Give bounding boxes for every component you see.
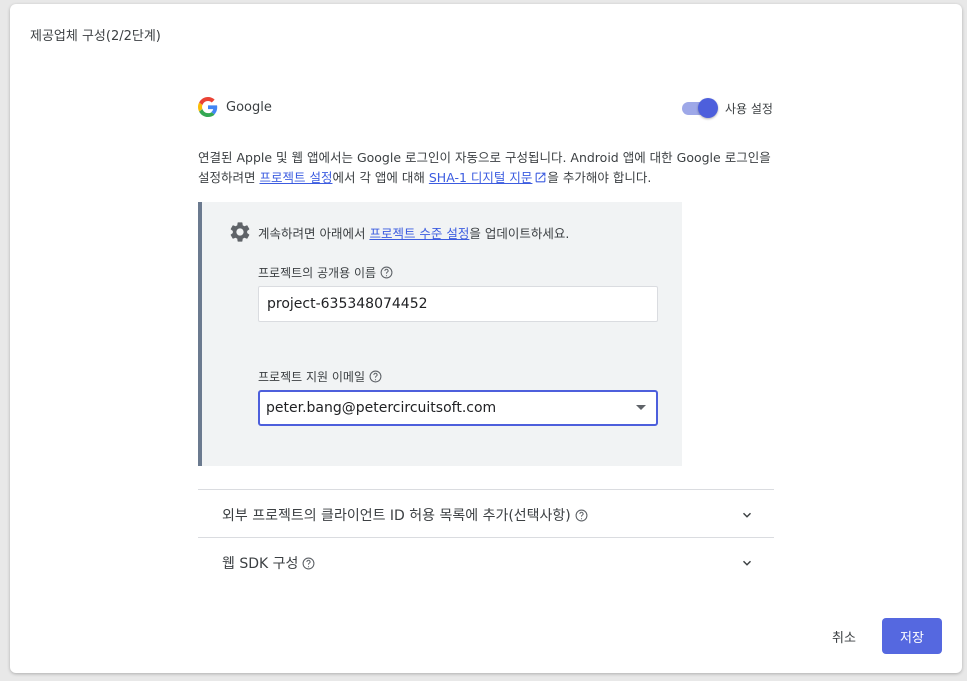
help-icon[interactable]	[575, 509, 588, 522]
notice-text: 계속하려면 아래에서 프로젝트 수준 설정을 업데이트하세요.	[258, 223, 569, 242]
provider-name: Google	[226, 100, 272, 115]
project-level-settings-link[interactable]: 프로젝트 수준 설정	[369, 226, 469, 241]
public-name-label-text: 프로젝트의 공개용 이름	[258, 266, 377, 280]
provider-description: 연결된 Apple 및 웹 앱에서는 Google 로그인이 자동으로 구성됩니…	[198, 148, 778, 188]
support-email-label-text: 프로젝트 지원 이메일	[258, 370, 365, 384]
notice-suffix: 을 업데이트하세요.	[469, 226, 570, 241]
help-icon[interactable]	[369, 370, 382, 383]
help-icon[interactable]	[380, 266, 393, 279]
accordion-label: 외부 프로젝트의 클라이언트 ID 허용 목록에 추가(선택사항)	[222, 505, 588, 525]
provider-header: Google 사용 설정	[198, 96, 774, 120]
public-name-input[interactable]	[258, 286, 658, 322]
gear-icon	[230, 222, 250, 242]
toggle-thumb	[698, 98, 718, 118]
accordion-label-text: 외부 프로젝트의 클라이언트 ID 허용 목록에 추가(선택사항)	[222, 508, 571, 524]
accordion-label: 웹 SDK 구성	[222, 553, 315, 573]
help-icon[interactable]	[302, 557, 315, 570]
chevron-down-icon	[742, 512, 752, 518]
external-link-icon	[536, 172, 546, 183]
project-settings-notice: 계속하려면 아래에서 프로젝트 수준 설정을 업데이트하세요. 프로젝트의 공개…	[198, 202, 682, 466]
dialog-title: 제공업체 구성(2/2단계)	[30, 29, 161, 44]
description-text-3: 을 추가해야 합니다.	[547, 170, 652, 185]
description-text-2: 에서 각 앱에 대해	[332, 170, 429, 185]
accordion-label-text: 웹 SDK 구성	[222, 556, 299, 572]
support-email-select[interactable]: peter.bang@petercircuitsoft.com	[258, 390, 658, 426]
chevron-down-icon	[742, 560, 752, 566]
support-email-value: peter.bang@petercircuitsoft.com	[266, 400, 497, 416]
toggle-label: 사용 설정	[725, 102, 773, 116]
notice-prefix: 계속하려면 아래에서	[258, 226, 370, 241]
save-button[interactable]: 저장	[882, 618, 942, 654]
google-logo-icon	[198, 97, 218, 117]
support-email-label: 프로젝트 지원 이메일	[258, 368, 382, 385]
cancel-button[interactable]: 취소	[820, 618, 868, 654]
web-sdk-config-accordion[interactable]: 웹 SDK 구성	[198, 537, 774, 585]
enable-toggle[interactable]	[682, 98, 718, 118]
client-id-allowlist-accordion[interactable]: 외부 프로젝트의 클라이언트 ID 허용 목록에 추가(선택사항)	[198, 489, 774, 537]
sha1-link-label: SHA-1 디지털 지문	[428, 170, 533, 185]
dropdown-arrow-icon	[636, 405, 646, 410]
public-name-label: 프로젝트의 공개용 이름	[258, 264, 393, 281]
provider-config-dialog: 제공업체 구성(2/2단계) Google 사용 설정 연결된 Apple 및 …	[10, 4, 962, 673]
sha1-fingerprint-link[interactable]: SHA-1 디지털 지문	[429, 170, 548, 185]
project-settings-link[interactable]: 프로젝트 설정	[259, 170, 332, 185]
